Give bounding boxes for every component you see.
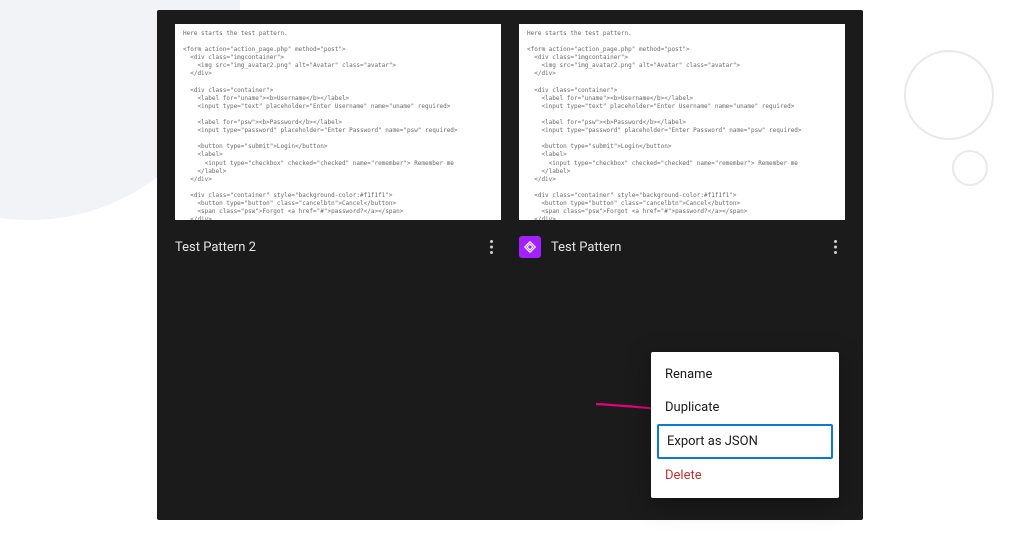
context-menu: Rename Duplicate Export as JSON Delete xyxy=(651,352,839,498)
caption-row: Test Pattern 2 xyxy=(175,234,501,260)
caption-row: Test Pattern xyxy=(519,234,845,260)
kebab-icon xyxy=(490,240,493,254)
menu-item-delete[interactable]: Delete xyxy=(651,459,839,492)
card-title: Test Pattern xyxy=(551,240,815,255)
diamond-icon xyxy=(523,240,537,254)
preview-thumbnail: Here starts the test pattern. <form acti… xyxy=(519,24,845,220)
preview-thumbnail: Here starts the test pattern. <form acti… xyxy=(175,24,501,220)
menu-item-duplicate[interactable]: Duplicate xyxy=(651,391,839,424)
menu-item-rename[interactable]: Rename xyxy=(651,358,839,391)
menu-item-export-json[interactable]: Export as JSON xyxy=(657,424,833,459)
cards-row: Here starts the test pattern. <form acti… xyxy=(175,24,845,260)
pattern-card-right[interactable]: Here starts the test pattern. <form acti… xyxy=(519,24,845,260)
more-actions-button[interactable] xyxy=(481,237,501,257)
background-ring-small xyxy=(952,150,988,186)
pattern-card-left[interactable]: Here starts the test pattern. <form acti… xyxy=(175,24,501,260)
more-actions-button[interactable] xyxy=(825,237,845,257)
card-title: Test Pattern 2 xyxy=(175,240,471,255)
background-ring-large xyxy=(904,50,994,140)
gallery-panel: Here starts the test pattern. <form acti… xyxy=(157,10,863,520)
app-icon xyxy=(519,236,541,258)
kebab-icon xyxy=(834,240,837,254)
